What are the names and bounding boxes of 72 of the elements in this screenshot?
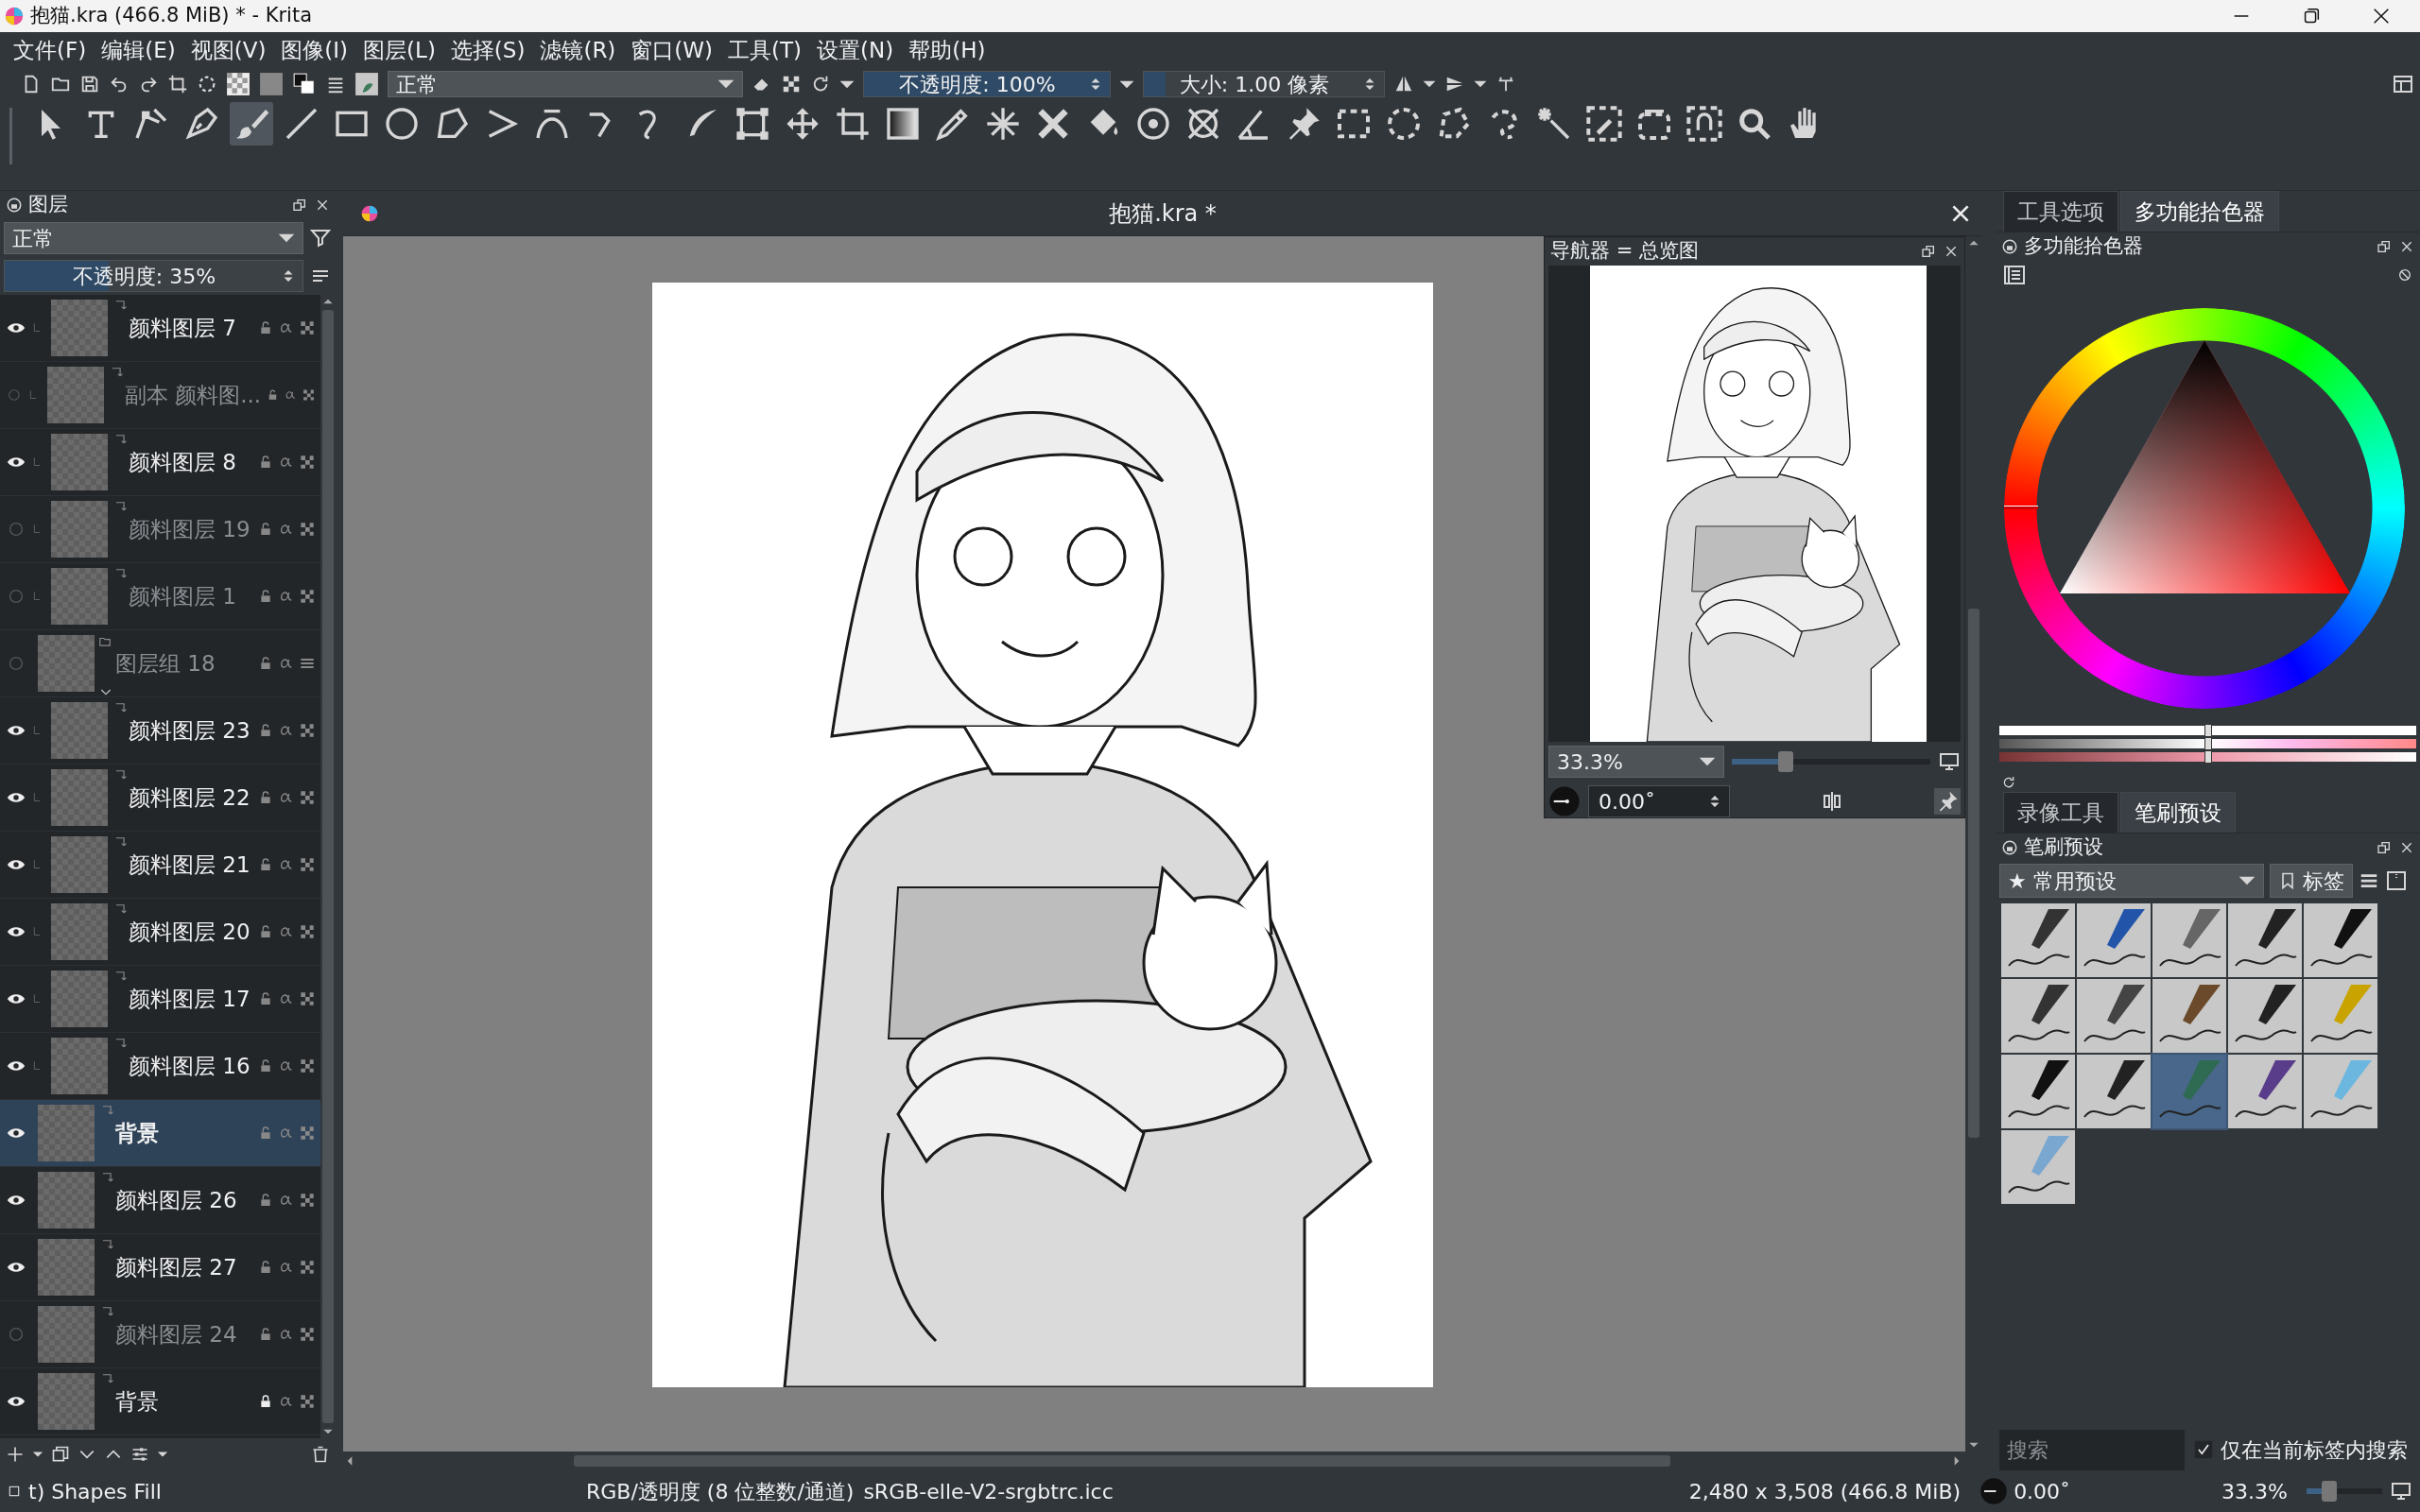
layer-name: 颜料图层 24 <box>115 1320 238 1349</box>
docker-tab[interactable]: 录像工具 <box>2003 791 2118 833</box>
layer-row[interactable]: 背景 <box>0 1100 320 1167</box>
layer-row[interactable]: 颜料图层 23 <box>0 697 320 765</box>
panel-title: 笔刷预设 <box>2024 834 2103 861</box>
size-field[interactable]: 大小: 1.00 像素 <box>1143 71 1385 97</box>
layer-row[interactable]: 颜料图层 24 <box>0 1301 320 1368</box>
panel-title: 图层 <box>28 192 68 218</box>
document-tab-title: 抱猫.kra * <box>1109 198 1217 229</box>
blend-mode-dropdown[interactable]: 正常 <box>388 71 743 97</box>
layer-row[interactable]: 颜料图层 19 <box>0 496 320 563</box>
layer-name: 颜料图层 7 <box>129 314 237 342</box>
docker-tab[interactable]: 工具选项 <box>2003 190 2118 232</box>
menu-item[interactable]: 选择(S) <box>442 33 533 67</box>
layer-row[interactable]: 颜料图层 26 <box>0 1167 320 1234</box>
layer-row[interactable]: 图层组 18 <box>0 630 320 697</box>
menu-item[interactable]: 窗口(W) <box>623 33 721 67</box>
layer-row[interactable]: 颜料图层 16 <box>0 1033 320 1100</box>
menu-item[interactable]: 滤镜(R) <box>532 33 624 67</box>
panel-title: 多功能拾色器 <box>2024 233 2143 260</box>
layer-name: 颜料图层 17 <box>129 985 251 1013</box>
menu-item[interactable]: 帮助(H) <box>901 33 994 67</box>
layer-name: 图层组 18 <box>115 649 216 678</box>
layer-row[interactable]: 副本 颜料图... <box>0 362 320 429</box>
layer-row[interactable]: 背景 <box>0 1368 320 1435</box>
tag-button[interactable]: 标签 <box>2270 864 2353 898</box>
layer-name: 颜料图层 27 <box>115 1253 238 1281</box>
docker-tab[interactable]: 多功能拾色器 <box>2120 190 2279 232</box>
layer-name: 颜料图层 16 <box>129 1052 251 1080</box>
blend-mode-dropdown[interactable]: 正常 <box>4 222 303 254</box>
layer-row[interactable]: 颜料图层 1 <box>0 563 320 630</box>
layer-name: 副本 颜料图... <box>124 381 262 409</box>
menu-item[interactable]: 图层(L) <box>355 33 443 67</box>
docker-tab[interactable]: 笔刷预设 <box>2120 791 2236 833</box>
layer-row[interactable]: 颜料图层 27 <box>0 1234 320 1301</box>
menu-item[interactable]: 设置(N) <box>809 33 902 67</box>
layer-name: 颜料图层 26 <box>115 1186 238 1214</box>
layer-name: 颜料图层 22 <box>129 783 251 812</box>
window-title: 抱猫.kra (466.8 MiB) * - Krita <box>30 3 312 29</box>
layer-row[interactable]: 颜料图层 21 <box>0 832 320 899</box>
opacity-field[interactable]: 不透明度: 35% <box>4 260 303 292</box>
layer-row[interactable]: 颜料图层 17 <box>0 966 320 1033</box>
layer-name: 颜料图层 19 <box>129 515 251 543</box>
status-text: t) Shapes Fill <box>28 1478 163 1505</box>
layer-row[interactable]: 颜料图层 20 <box>0 899 320 966</box>
checkbox-label: 仅在当前标签内搜索 <box>2221 1436 2408 1464</box>
layer-name: 颜料图层 20 <box>129 918 251 946</box>
menu-item[interactable]: 工具(T) <box>720 33 810 67</box>
menu-item[interactable]: 视图(V) <box>182 33 274 67</box>
layer-name: 颜料图层 1 <box>129 582 237 610</box>
tag-dropdown[interactable]: ★ 常用预设 <box>1999 864 2264 898</box>
layer-name: 颜料图层 21 <box>129 850 251 879</box>
layer-name: 背景 <box>115 1387 160 1416</box>
status-text: 2,480 x 3,508 (466.8 MiB) <box>1688 1478 1962 1505</box>
menu-item[interactable]: 图像(I) <box>273 33 356 67</box>
layer-name: 颜料图层 8 <box>129 448 237 476</box>
layer-row[interactable]: 颜料图层 22 <box>0 765 320 832</box>
rotation-field[interactable]: 0.00˚ <box>1588 785 1730 817</box>
layer-name: 背景 <box>115 1119 160 1147</box>
status-text: 33.3% <box>2221 1478 2288 1505</box>
menu-item[interactable]: 编辑(E) <box>94 33 183 67</box>
layer-row[interactable]: 颜料图层 8 <box>0 429 320 496</box>
layer-name: 颜料图层 23 <box>129 716 251 745</box>
menu-item[interactable]: 文件(F) <box>6 33 95 67</box>
status-text: sRGB-elle-V2-srgbtrc.icc <box>863 1478 1114 1505</box>
panel-title: 导航器 = 总览图 <box>1550 238 1699 265</box>
zoom-dropdown[interactable]: 33.3% <box>1548 746 1724 778</box>
status-text: RGB/透明度 (8 位整数/通道) <box>586 1478 855 1505</box>
status-text: 0.00˚ <box>2014 1478 2071 1505</box>
search-field[interactable]: 搜索 <box>1999 1429 2185 1470</box>
opacity-field[interactable]: 不透明度: 100% <box>863 71 1111 97</box>
layer-row[interactable]: 颜料图层 7 <box>0 295 320 362</box>
